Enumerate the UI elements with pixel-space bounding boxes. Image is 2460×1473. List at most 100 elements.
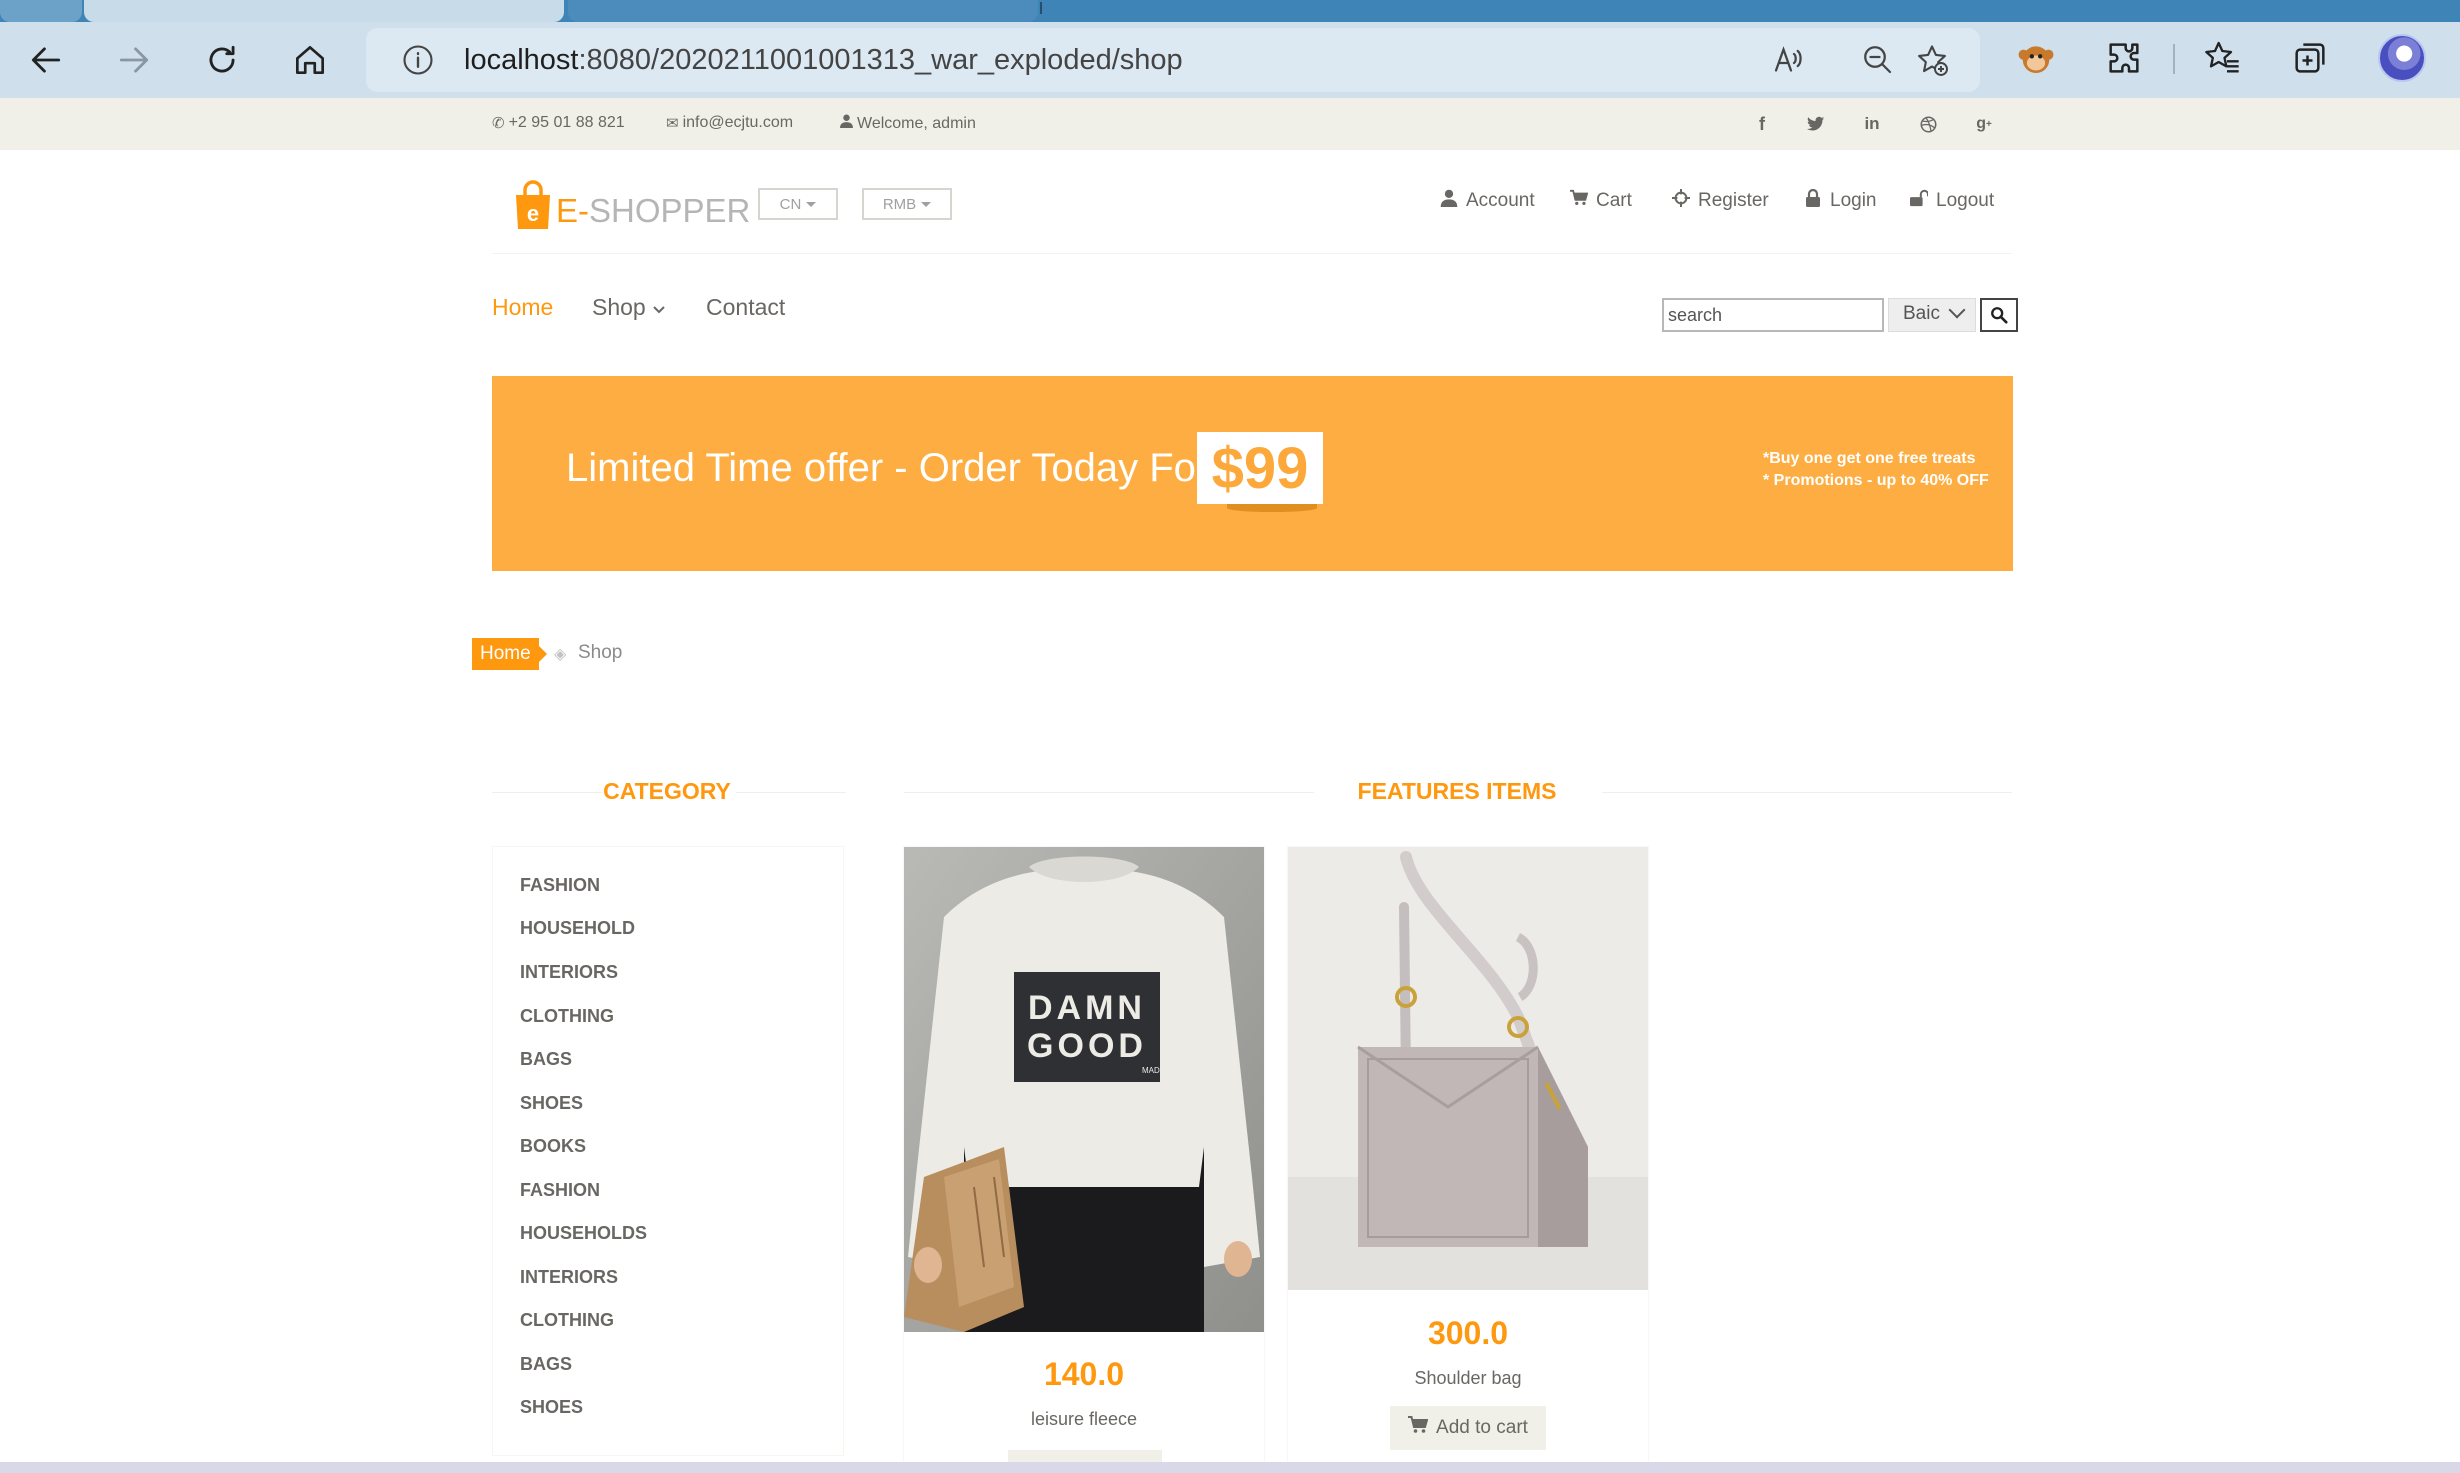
category-item[interactable]: HOUSEHOLDS: [520, 1223, 647, 1244]
contact-phone: ✆ +2 95 01 88 821: [492, 114, 625, 132]
add-favorite-icon[interactable]: [1914, 42, 1950, 78]
category-item[interactable]: INTERIORS: [520, 962, 618, 983]
category-title: CATEGORY: [603, 778, 731, 804]
search-input[interactable]: [1662, 298, 1884, 332]
home-button[interactable]: [286, 36, 334, 84]
search-button[interactable]: [1980, 298, 2018, 332]
twitter-icon[interactable]: [1802, 110, 1830, 138]
read-aloud-icon[interactable]: [1770, 42, 1806, 78]
add-to-cart-button[interactable]: Add to cart: [1390, 1406, 1546, 1450]
unlock-icon: [1910, 189, 1929, 213]
url-text[interactable]: localhost:8080/2020211001001313_war_expl…: [464, 44, 1183, 77]
url-host: localhost: [464, 44, 579, 76]
cart-link[interactable]: Cart: [1570, 189, 1632, 213]
forward-arrow-icon: [119, 47, 149, 73]
account-link[interactable]: Account: [1440, 189, 1535, 213]
search-select-value: Baic: [1903, 303, 1940, 324]
envelope-icon: ✉: [666, 115, 679, 132]
refresh-icon: [209, 45, 235, 73]
nav-home[interactable]: Home: [492, 294, 553, 321]
home-icon: [295, 45, 325, 75]
breadcrumb-current: Shop: [578, 642, 623, 663]
promo-banner[interactable]: Limited Time offer - Order Today For $99…: [492, 376, 2013, 571]
contact-email[interactable]: ✉ info@ecjtu.com: [666, 114, 793, 132]
logo-wordmark: E-SHOPPER: [556, 191, 750, 231]
back-button[interactable]: [22, 36, 70, 84]
category-item[interactable]: FASHION: [520, 875, 600, 896]
nav-contact[interactable]: Contact: [706, 294, 785, 321]
forward-button[interactable]: [110, 36, 158, 84]
category-item[interactable]: SHOES: [520, 1093, 583, 1114]
product-image-fleece[interactable]: DAMN GOOD MAD: [904, 847, 1264, 1332]
product-name[interactable]: Shoulder bag: [1288, 1368, 1648, 1389]
login-label: Login: [1830, 190, 1877, 211]
shopping-bag-icon: e: [512, 179, 554, 231]
site-logo[interactable]: e E-SHOPPER: [512, 175, 750, 231]
language-value: CN: [779, 195, 802, 213]
register-link[interactable]: Register: [1672, 189, 1769, 213]
language-dropdown[interactable]: CN: [758, 188, 838, 220]
address-bar[interactable]: localhost:8080/2020211001001313_war_expl…: [366, 28, 1980, 92]
google-plus-icon[interactable]: g +: [1970, 110, 1998, 138]
back-arrow-icon: [31, 47, 61, 73]
url-path: :8080/2020211001001313_war_exploded/shop: [578, 44, 1183, 76]
site-info-icon[interactable]: [400, 42, 436, 78]
category-item[interactable]: HOUSEHOLD: [520, 918, 635, 939]
features-title-rule-left: [904, 792, 1314, 793]
breadcrumb-home[interactable]: Home: [472, 638, 547, 670]
browser-tab-active[interactable]: [84, 0, 564, 22]
category-item[interactable]: BOOKS: [520, 1136, 586, 1157]
register-label: Register: [1698, 190, 1769, 211]
category-item[interactable]: FASHION: [520, 1180, 600, 1201]
browser-tab-third[interactable]: [568, 0, 1038, 22]
product-price: 300.0: [1427, 1315, 1509, 1351]
add-to-cart-label: Add to cart: [1436, 1417, 1528, 1438]
login-link[interactable]: Login: [1804, 188, 1877, 213]
category-item[interactable]: SHOES: [520, 1397, 583, 1418]
product-image-shoulder-bag[interactable]: [1288, 847, 1648, 1290]
extensions-puzzle-icon[interactable]: [2104, 38, 2144, 78]
facebook-icon[interactable]: f: [1748, 110, 1776, 138]
dribbble-icon[interactable]: [1914, 110, 1942, 138]
lock-icon: [1804, 188, 1822, 213]
fleece-print-line-2: GOOD: [1027, 1027, 1147, 1065]
account-label: Account: [1466, 190, 1535, 211]
category-item[interactable]: BAGS: [520, 1049, 572, 1070]
product-name[interactable]: leisure fleece: [904, 1409, 1264, 1430]
logout-link[interactable]: Logout: [1910, 189, 1994, 213]
features-title: FEATURES ITEMS: [1357, 778, 1557, 804]
extension-monkey-icon[interactable]: [2016, 38, 2056, 78]
nav-shop[interactable]: Shop: [592, 294, 666, 321]
banner-headline: Limited Time offer - Order Today For: [566, 446, 1210, 490]
collections-icon[interactable]: [2290, 38, 2330, 78]
category-item[interactable]: BAGS: [520, 1354, 572, 1375]
shopping-cart-icon: [1408, 1416, 1429, 1440]
breadcrumb-separator-icon: ◈: [554, 646, 567, 663]
currency-value: RMB: [882, 195, 917, 213]
phone-icon: ✆: [492, 115, 505, 132]
browser-profile-avatar[interactable]: [2378, 34, 2426, 82]
category-item[interactable]: CLOTHING: [520, 1310, 614, 1331]
fleece-print-line-1: DAMN: [1028, 989, 1146, 1027]
user-icon: [1440, 189, 1458, 213]
category-item[interactable]: INTERIORS: [520, 1267, 618, 1288]
category-item[interactable]: CLOTHING: [520, 1006, 614, 1027]
chevron-down-icon: [652, 294, 666, 321]
banner-note-2: * Promotions - up to 40% OFF: [1763, 472, 1989, 489]
browser-tab-first[interactable]: [0, 0, 82, 22]
product-price: 140.0: [1043, 1356, 1125, 1392]
zoom-out-icon[interactable]: [1860, 42, 1896, 78]
linkedin-icon[interactable]: in: [1858, 110, 1886, 138]
favorites-icon[interactable]: [2202, 38, 2242, 78]
refresh-button[interactable]: [198, 36, 246, 84]
features-title-rule-right: [1602, 792, 2012, 793]
nav-home-label: Home: [492, 294, 554, 320]
currency-dropdown[interactable]: RMB: [862, 188, 952, 220]
crosshairs-icon: [1672, 189, 1690, 213]
nav-contact-label: Contact: [706, 294, 786, 320]
search-category-select[interactable]: Baic: [1888, 298, 1976, 332]
caret-down-icon: [921, 201, 932, 207]
banner-price: $99: [1197, 432, 1323, 504]
contact-phone-text: +2 95 01 88 821: [508, 114, 625, 131]
banner-price-shadow: [1227, 504, 1317, 512]
